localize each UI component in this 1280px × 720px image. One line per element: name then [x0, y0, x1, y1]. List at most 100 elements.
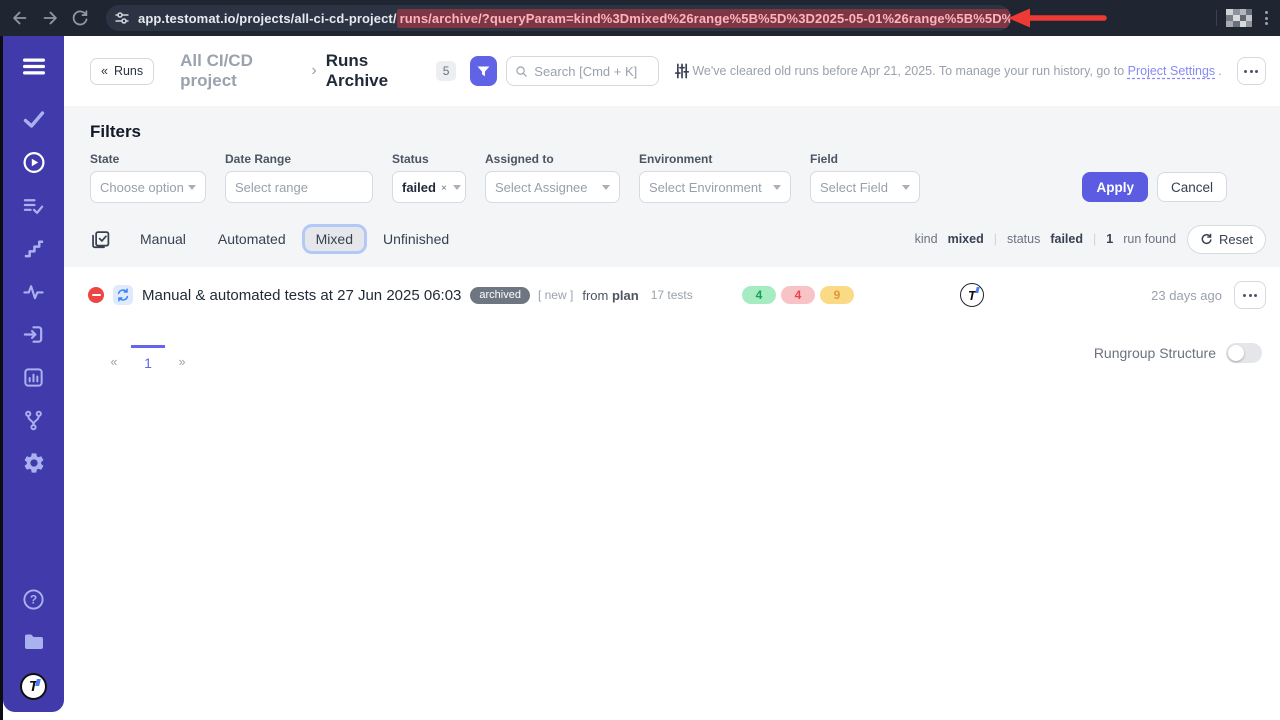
- filters-row: State Choose option Date Range Select ra…: [90, 152, 1266, 203]
- active-filters-summary: kind mixed | status failed | 1 run found: [915, 232, 1176, 246]
- search-input[interactable]: [534, 64, 650, 79]
- browser-profile-avatar[interactable]: [1226, 9, 1252, 27]
- svg-text:?: ?: [30, 592, 37, 606]
- url-highlighted-query: runs/archive/?queryParam=kind%3Dmixed%26…: [397, 9, 1011, 28]
- breadcrumb-project[interactable]: All CI/CD project: [180, 51, 302, 91]
- runs-play-icon[interactable]: [22, 150, 46, 174]
- funnel-icon: [476, 64, 491, 79]
- branches-icon[interactable]: [22, 408, 46, 432]
- analytics-icon[interactable]: [22, 365, 46, 389]
- chevron-down-icon: [773, 185, 781, 190]
- field-label: Field: [810, 152, 920, 166]
- back-to-runs-button[interactable]: « Runs: [90, 58, 154, 85]
- pagination-page-1[interactable]: 1: [131, 345, 165, 371]
- pagination-prev[interactable]: «: [97, 345, 131, 371]
- chevron-down-icon: [188, 185, 196, 190]
- select-runs-icon[interactable]: [90, 229, 111, 250]
- chevron-down-icon: [602, 185, 610, 190]
- tests-count: 17 tests: [651, 288, 693, 302]
- runs-count-badge: 5: [436, 61, 456, 81]
- browser-back-icon[interactable]: [10, 8, 30, 28]
- cancel-button[interactable]: Cancel: [1157, 172, 1227, 202]
- header-more-button[interactable]: [1237, 57, 1266, 85]
- check-icon[interactable]: [22, 107, 46, 131]
- runs-list: Manual & automated tests at 27 Jun 2025 …: [64, 267, 1280, 685]
- status-value: failed: [402, 180, 436, 195]
- skipped-badge: 9: [820, 286, 854, 304]
- tab-mixed[interactable]: Mixed: [302, 224, 367, 254]
- found-count: 1: [1106, 232, 1113, 246]
- projects-folder-icon[interactable]: [22, 630, 46, 654]
- tab-automated[interactable]: Automated: [202, 223, 302, 255]
- date-range-filter: Date Range Select range: [225, 152, 373, 203]
- settings-gear-icon[interactable]: [22, 451, 46, 475]
- filter-button[interactable]: [470, 56, 497, 86]
- tab-unfinished[interactable]: Unfinished: [367, 223, 465, 255]
- project-settings-link[interactable]: Project Settings: [1128, 64, 1216, 78]
- steps-icon[interactable]: [22, 236, 46, 260]
- result-badges: 4 4 9: [742, 286, 854, 304]
- state-placeholder: Choose option: [100, 180, 184, 195]
- environment-placeholder: Select Environment: [649, 180, 762, 195]
- environment-select[interactable]: Select Environment: [639, 171, 791, 203]
- menu-icon[interactable]: [22, 54, 46, 78]
- new-tag: [ new ]: [538, 288, 573, 302]
- archived-badge: archived: [470, 287, 530, 304]
- run-title[interactable]: Manual & automated tests at 27 Jun 2025 …: [142, 287, 461, 304]
- apply-button[interactable]: Apply: [1082, 172, 1148, 202]
- reset-label: Reset: [1219, 232, 1253, 247]
- assignee-label: Assigned to: [485, 152, 620, 166]
- divider: |: [1093, 232, 1096, 246]
- field-select[interactable]: Select Field: [810, 171, 920, 203]
- assignee-filter: Assigned to Select Assignee: [485, 152, 620, 203]
- kind-value: mixed: [948, 232, 984, 246]
- breadcrumb-separator: ›: [311, 62, 316, 80]
- filters-panel: Filters State Choose option Date Range S…: [64, 106, 1280, 267]
- passed-badge: 4: [742, 286, 776, 304]
- site-settings-icon[interactable]: [114, 10, 130, 26]
- help-icon[interactable]: ?: [22, 587, 46, 611]
- status-label: status: [1007, 232, 1040, 246]
- import-icon[interactable]: [22, 322, 46, 346]
- page-header: « Runs All CI/CD project › Runs Archive …: [64, 36, 1280, 106]
- filters-actions: Apply Cancel: [1082, 172, 1227, 202]
- status-filter: Status failed ×: [392, 152, 466, 203]
- search-icon: [515, 64, 528, 79]
- chevron-down-icon: [453, 185, 461, 190]
- kind-label: kind: [915, 232, 938, 246]
- browser-menu-icon[interactable]: [1261, 7, 1272, 29]
- rungroup-structure-toggle[interactable]: [1226, 343, 1262, 363]
- browser-forward-icon[interactable]: [40, 8, 60, 28]
- annotation-arrow-icon: [1006, 6, 1110, 30]
- tab-manual[interactable]: Manual: [124, 223, 202, 255]
- filters-title: Filters: [90, 122, 1266, 142]
- reset-button[interactable]: Reset: [1187, 225, 1266, 254]
- sidebar: ? T: [3, 36, 64, 712]
- field-placeholder: Select Field: [820, 180, 888, 195]
- status-value: failed: [1050, 232, 1083, 246]
- pagination-next[interactable]: »: [165, 345, 199, 371]
- address-bar[interactable]: app.testomat.io/projects/all-ci-cd-proje…: [106, 5, 1011, 31]
- status-select[interactable]: failed ×: [392, 171, 466, 203]
- page-title: Runs Archive: [326, 51, 425, 91]
- search-box[interactable]: [506, 56, 659, 86]
- date-range-input[interactable]: Select range: [225, 171, 373, 203]
- failed-status-icon: [88, 287, 104, 303]
- failed-badge: 4: [781, 286, 815, 304]
- browser-bar: app.testomat.io/projects/all-ci-cd-proje…: [0, 0, 1280, 36]
- view-settings-sliders-icon[interactable]: [672, 60, 692, 82]
- testomat-logo[interactable]: T: [20, 673, 47, 700]
- pulse-icon[interactable]: [22, 279, 46, 303]
- remove-status-icon[interactable]: ×: [441, 183, 447, 194]
- url-text: app.testomat.io/projects/all-ci-cd-proje…: [138, 11, 1011, 26]
- browser-reload-icon[interactable]: [70, 8, 90, 28]
- test-plans-icon[interactable]: [22, 193, 46, 217]
- run-more-button[interactable]: [1234, 281, 1266, 309]
- state-select[interactable]: Choose option: [90, 171, 206, 203]
- assignee-select[interactable]: Select Assignee: [485, 171, 620, 203]
- date-range-placeholder: Select range: [235, 180, 308, 195]
- creator-avatar: T: [960, 283, 984, 307]
- run-row[interactable]: Manual & automated tests at 27 Jun 2025 …: [88, 280, 1266, 310]
- environment-filter: Environment Select Environment: [639, 152, 791, 203]
- from-value: plan: [612, 288, 639, 303]
